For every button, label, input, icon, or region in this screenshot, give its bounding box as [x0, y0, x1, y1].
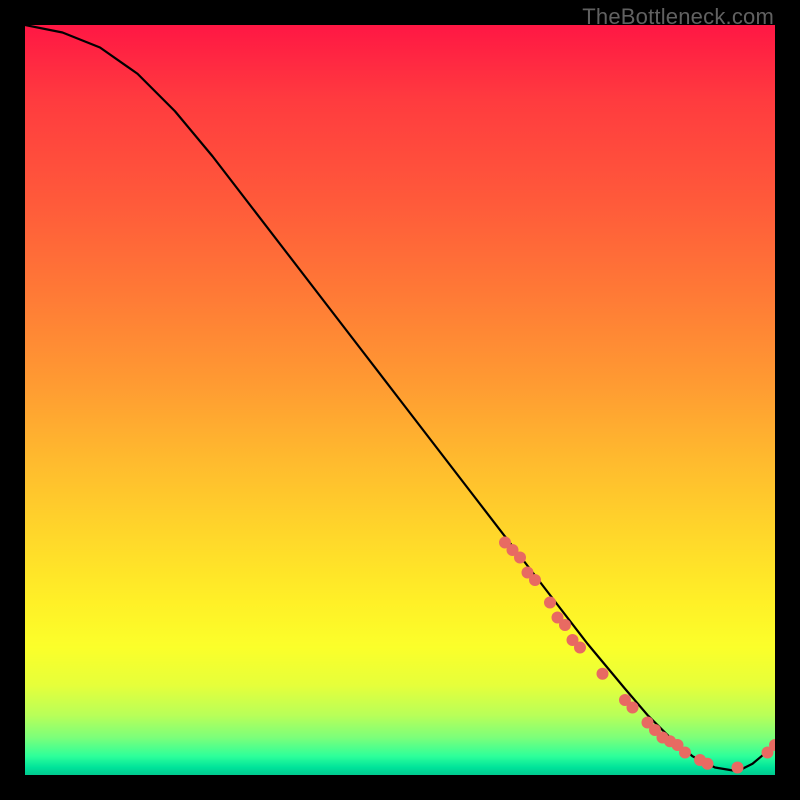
data-marker [514, 552, 526, 564]
plot-svg [25, 25, 775, 775]
chart-stage: TheBottleneck.com [0, 0, 800, 800]
bottleneck-curve [25, 25, 775, 771]
data-marker [559, 619, 571, 631]
data-marker [627, 702, 639, 714]
data-marker [544, 597, 556, 609]
data-marker [529, 574, 541, 586]
watermark-text: TheBottleneck.com [582, 4, 774, 30]
data-marker [574, 642, 586, 654]
data-marker [702, 758, 714, 770]
data-marker [679, 747, 691, 759]
data-marker [597, 668, 609, 680]
plot-area [25, 25, 775, 775]
data-markers [499, 537, 775, 774]
data-marker [732, 762, 744, 774]
